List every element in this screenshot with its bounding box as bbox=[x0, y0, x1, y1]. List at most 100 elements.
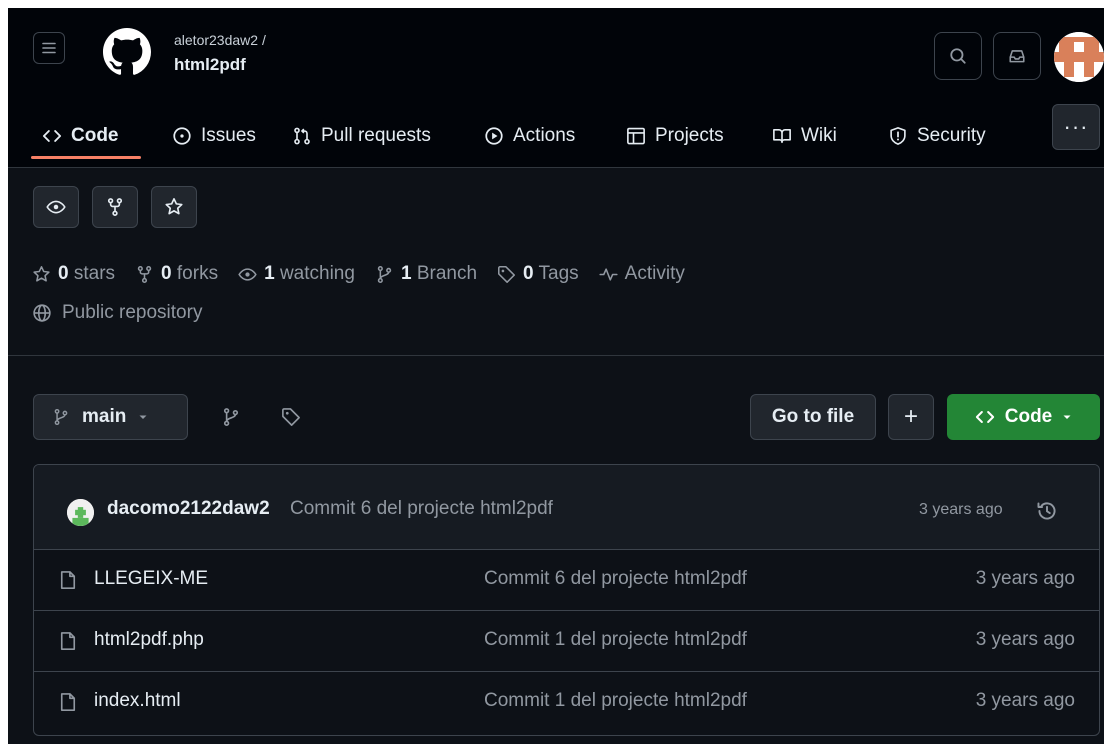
file-row[interactable]: index.html Commit 1 del projecte html2pd… bbox=[34, 672, 1099, 733]
tab-wiki[interactable]: Wiki bbox=[772, 110, 837, 162]
file-icon bbox=[60, 632, 76, 650]
pulse-icon bbox=[599, 267, 618, 281]
forks-label: forks bbox=[176, 263, 219, 284]
fork-icon bbox=[107, 198, 123, 216]
tab-label: Code bbox=[71, 125, 119, 146]
stars-count: 0 bbox=[58, 263, 69, 284]
tab-projects[interactable]: Projects bbox=[626, 110, 724, 162]
user-avatar[interactable] bbox=[1054, 32, 1104, 82]
book-icon bbox=[773, 128, 791, 144]
tab-actions[interactable]: Actions bbox=[484, 110, 575, 162]
issue-icon bbox=[173, 127, 191, 145]
file-name-link[interactable]: html2pdf.php bbox=[94, 629, 204, 651]
commit-time: 3 years ago bbox=[919, 501, 1003, 518]
tab-label: Security bbox=[917, 125, 986, 146]
caret-down-icon bbox=[1063, 415, 1071, 419]
inbox-icon bbox=[1009, 50, 1025, 63]
table-icon bbox=[627, 127, 645, 145]
visibility-label: Public repository bbox=[62, 302, 203, 323]
forks-count: 0 bbox=[161, 263, 172, 284]
stars-label: stars bbox=[73, 263, 116, 284]
tab-security[interactable]: Security bbox=[888, 110, 986, 162]
search-icon bbox=[950, 48, 966, 64]
tab-label: Projects bbox=[655, 125, 724, 146]
history-icon bbox=[1037, 502, 1056, 520]
branches-link[interactable] bbox=[216, 402, 246, 432]
file-commit-message[interactable]: Commit 6 del projecte html2pdf bbox=[484, 568, 747, 590]
hamburger-icon bbox=[42, 42, 56, 54]
file-browser: dacomo2122daw2 Commit 6 del projecte htm… bbox=[33, 464, 1100, 736]
file-row[interactable]: html2pdf.php Commit 1 del projecte html2… bbox=[34, 611, 1099, 672]
repo-name-link[interactable]: html2pdf bbox=[174, 55, 246, 75]
file-commit-time: 3 years ago bbox=[975, 690, 1075, 711]
tab-code[interactable]: Code bbox=[42, 110, 119, 162]
tags-link[interactable] bbox=[276, 402, 306, 432]
file-row[interactable]: LLEGEIX-ME Commit 6 del projecte html2pd… bbox=[34, 550, 1099, 611]
file-commit-time: 3 years ago bbox=[975, 629, 1075, 650]
menu-button[interactable] bbox=[33, 32, 65, 64]
fork-button[interactable] bbox=[92, 186, 138, 228]
star-icon bbox=[165, 198, 183, 215]
section-divider bbox=[8, 355, 1104, 356]
watching-count: 1 bbox=[264, 263, 275, 284]
tab-pull-requests[interactable]: Pull requests bbox=[292, 110, 431, 162]
repo-owner-link[interactable]: aletor23daw2 / bbox=[174, 32, 266, 48]
tag-icon bbox=[282, 408, 300, 426]
commit-author-link[interactable]: dacomo2122daw2 bbox=[107, 498, 270, 520]
file-icon bbox=[60, 693, 76, 711]
code-icon bbox=[42, 130, 62, 142]
code-icon bbox=[975, 411, 994, 423]
add-file-button[interactable]: + bbox=[888, 394, 934, 440]
commit-author-avatar[interactable] bbox=[67, 499, 94, 526]
tags-stat[interactable]: 0 Tags bbox=[497, 263, 579, 285]
visibility-info: Public repository bbox=[32, 302, 202, 324]
tab-label: Wiki bbox=[801, 125, 837, 146]
repo-stats: 0 stars 0 forks 1 watching 1 Branch 0 Ta… bbox=[32, 260, 705, 288]
github-logo-icon[interactable] bbox=[103, 28, 151, 76]
more-tabs-button[interactable]: ··· bbox=[1052, 104, 1100, 150]
tab-label: Actions bbox=[513, 125, 576, 146]
pull-request-icon bbox=[294, 127, 310, 145]
stars-stat[interactable]: 0 stars bbox=[32, 263, 115, 285]
go-to-file-button[interactable]: Go to file bbox=[750, 394, 876, 440]
tab-label: Issues bbox=[201, 125, 256, 146]
star-button[interactable] bbox=[151, 186, 197, 228]
star-icon bbox=[33, 265, 50, 282]
tab-issues[interactable]: Issues bbox=[172, 110, 256, 162]
file-name-link[interactable]: LLEGEIX-ME bbox=[94, 568, 208, 590]
repo-nav: Code Issues Pull requests Actions Projec… bbox=[8, 110, 1104, 168]
eye-icon bbox=[238, 267, 257, 281]
github-repo-page: aletor23daw2 / html2pdf Code Issues Pull… bbox=[8, 8, 1104, 744]
forks-stat[interactable]: 0 forks bbox=[135, 263, 218, 285]
branch-icon bbox=[377, 265, 392, 283]
eye-icon bbox=[46, 200, 66, 214]
watching-label: watching bbox=[279, 263, 355, 284]
identicon-avatar-icon bbox=[1054, 32, 1104, 82]
tags-label: Tags bbox=[538, 263, 579, 284]
branch-icon bbox=[54, 408, 68, 426]
commit-message-link[interactable]: Commit 6 del projecte html2pdf bbox=[290, 498, 553, 520]
history-button[interactable] bbox=[1032, 496, 1062, 526]
globe-icon bbox=[33, 304, 51, 322]
inbox-button[interactable] bbox=[993, 32, 1041, 80]
global-header: aletor23daw2 / html2pdf Code Issues Pull… bbox=[8, 8, 1104, 168]
branch-stat[interactable]: 1 Branch bbox=[375, 263, 477, 285]
active-tab-indicator bbox=[31, 156, 141, 159]
file-commit-message[interactable]: Commit 1 del projecte html2pdf bbox=[484, 629, 747, 651]
watching-stat[interactable]: 1 watching bbox=[238, 263, 355, 285]
tag-icon bbox=[498, 265, 516, 283]
fork-icon bbox=[137, 265, 152, 283]
search-button[interactable] bbox=[934, 32, 982, 80]
watch-button[interactable] bbox=[33, 186, 79, 228]
activity-stat[interactable]: Activity bbox=[599, 263, 685, 285]
branch-icon bbox=[223, 408, 239, 426]
code-button-label: Code bbox=[1004, 406, 1053, 427]
code-dropdown-button[interactable]: Code bbox=[947, 394, 1100, 440]
file-icon bbox=[60, 571, 76, 589]
branch-selector[interactable]: main bbox=[33, 394, 188, 440]
caret-down-icon bbox=[139, 415, 147, 419]
activity-label: Activity bbox=[624, 263, 685, 284]
play-icon bbox=[485, 127, 503, 145]
file-commit-message[interactable]: Commit 1 del projecte html2pdf bbox=[484, 690, 747, 712]
file-name-link[interactable]: index.html bbox=[94, 690, 181, 712]
